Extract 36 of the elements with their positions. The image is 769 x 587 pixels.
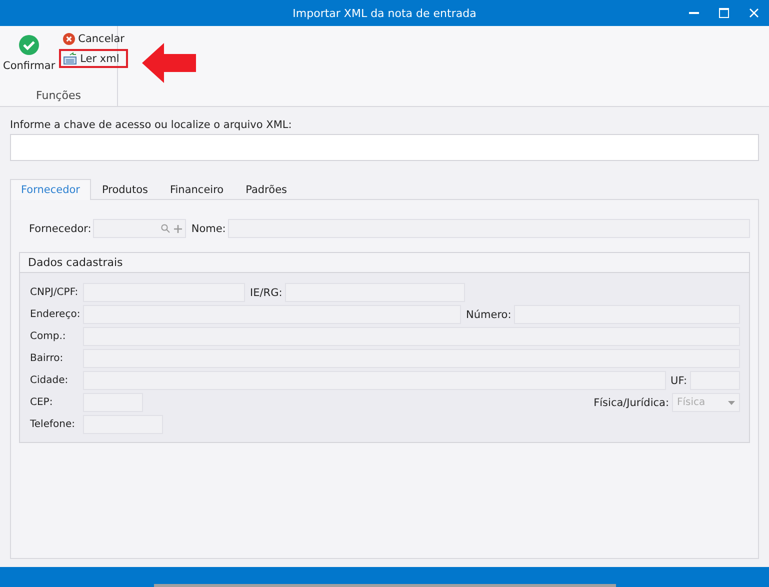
close-icon xyxy=(749,8,759,18)
supplier-code-field[interactable] xyxy=(93,219,186,238)
field-label: Bairro: xyxy=(30,353,64,364)
tab[interactable]: Financeiro xyxy=(158,179,235,200)
maximize-icon xyxy=(719,8,729,18)
tab[interactable]: Fornecedor xyxy=(10,179,91,200)
plus-icon xyxy=(174,224,182,232)
field-label: Cidade: xyxy=(30,375,70,386)
field-label: CNPJ/CPF: xyxy=(30,287,80,298)
xml-key-field[interactable] xyxy=(10,134,759,161)
field-label: Informe a chave de acesso ou localize o arquivo XML: xyxy=(10,119,293,131)
field-label: CEP: xyxy=(30,397,54,408)
field-label: IE/RG: xyxy=(250,286,282,298)
field-label: Nome: xyxy=(191,222,226,234)
arrow-icon xyxy=(142,43,196,83)
dropdown-caret-icon xyxy=(728,400,735,404)
field-label: Número: xyxy=(466,308,512,320)
check-icon xyxy=(18,34,40,56)
read-xml-button[interactable]: Ler xml xyxy=(59,49,128,68)
field-label: Fornecedor: xyxy=(29,222,92,234)
confirm-button[interactable]: Confirmar xyxy=(1,30,58,89)
tab[interactable]: Produtos xyxy=(90,179,159,200)
field-label: Endereço: xyxy=(30,309,80,320)
tab[interactable]: Padrões xyxy=(234,179,298,200)
cancel-icon xyxy=(63,33,76,45)
minimize-icon xyxy=(689,12,699,14)
search-icon xyxy=(161,224,170,233)
window-title: Importar XML da nota de entrada xyxy=(292,6,476,20)
field-label: Comp.: xyxy=(30,331,67,342)
field-label: Física/Jurídica: xyxy=(594,396,669,408)
field-label: UF: xyxy=(670,374,687,386)
field-label: Telefone: xyxy=(30,419,76,430)
group-title: Dados cadastrais xyxy=(20,253,749,273)
scrollbar[interactable] xyxy=(154,584,616,587)
cancel-button[interactable]: Cancelar xyxy=(59,30,128,48)
group-label: Funções xyxy=(35,89,82,104)
